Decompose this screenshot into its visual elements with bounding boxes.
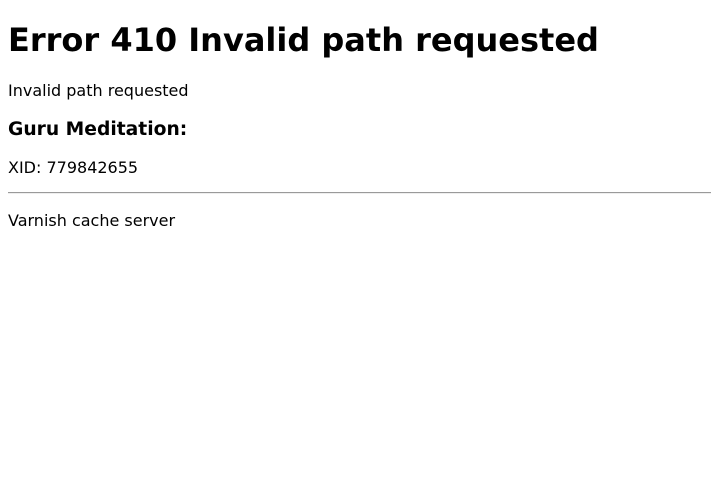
xid-text: XID: 779842655 bbox=[8, 158, 139, 177]
guru-meditation-heading: Guru Meditation: bbox=[8, 119, 188, 140]
divider bbox=[8, 192, 711, 194]
error-heading: Error 410 Invalid path requested bbox=[8, 21, 599, 59]
error-description: Invalid path requested bbox=[8, 81, 189, 100]
server-name: Varnish cache server bbox=[8, 211, 176, 230]
